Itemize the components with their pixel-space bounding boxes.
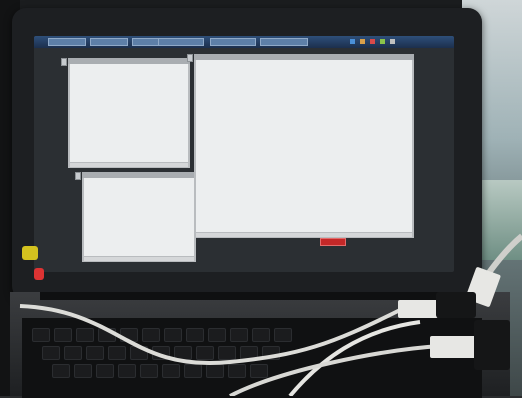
usb-plug: [398, 300, 438, 318]
usb-cable: [19, 304, 401, 366]
laptop-photo: [0, 0, 522, 398]
usb-hub: [474, 320, 510, 370]
usb-hub: [436, 292, 476, 318]
usb-plug: [430, 336, 476, 358]
